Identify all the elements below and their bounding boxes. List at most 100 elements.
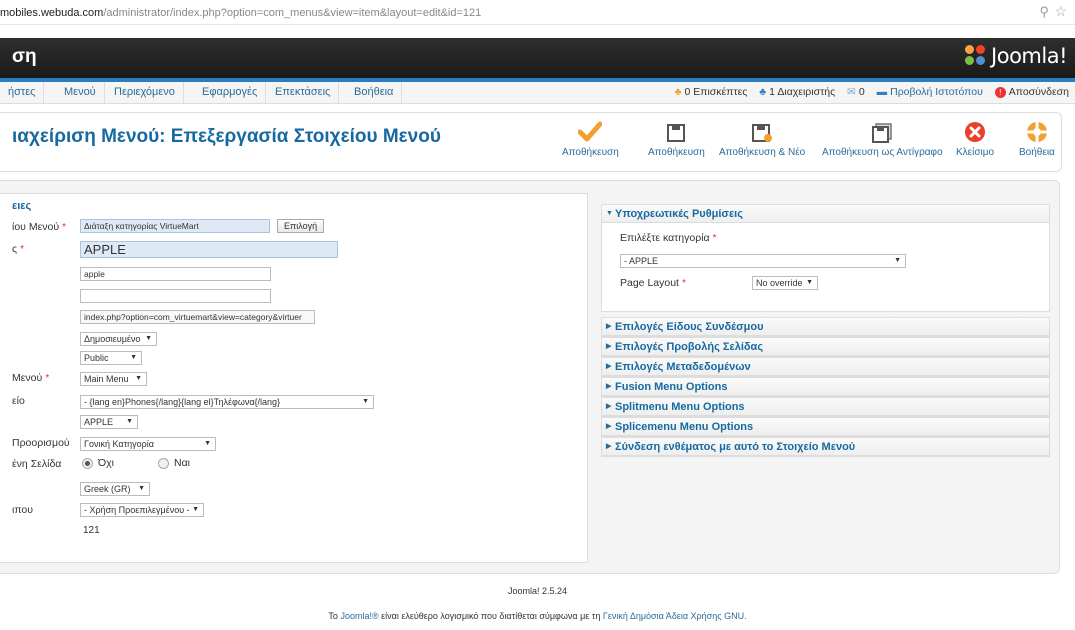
admins-status: ♣ 1 Διαχειριστής xyxy=(759,82,835,103)
browser-url-bar[interactable]: mobiles.webuda.com/administrator/index.p… xyxy=(0,0,1075,25)
menu-select[interactable]: Main Menu ▼ xyxy=(80,372,147,386)
panel-module-assignment[interactable]: ▶ Σύνδεση ενθέματος με αυτό το Στοιχείο Μ… xyxy=(601,437,1050,457)
url-text[interactable]: mobiles.webuda.com/administrator/index.p… xyxy=(0,7,481,19)
language-select[interactable]: Greek (GR) ▼ xyxy=(80,482,150,496)
joomla-logo-text: Joomla! xyxy=(991,44,1067,68)
menu-menus[interactable]: Μενού xyxy=(56,82,105,103)
edit-form-area: ειες ίου Μενού * Διάταξη κατηγορίας Virt… xyxy=(0,180,1060,574)
zoom-icon[interactable]: ⚲ xyxy=(1039,4,1049,20)
floppy-icon xyxy=(667,124,686,142)
admin-icon: ♣ xyxy=(759,86,767,98)
menu-label: Μενού * xyxy=(12,372,50,384)
save-new-button[interactable]: Αποθήκευση & Νέο xyxy=(719,119,805,158)
check-icon xyxy=(578,121,603,142)
home-label: ένη Σελίδα xyxy=(12,458,62,470)
home-yes-radio[interactable]: Ναι xyxy=(158,457,190,469)
help-button[interactable]: Βοήθεια xyxy=(1019,119,1055,158)
target-window-select[interactable]: Γονική Κατηγορία ▼ xyxy=(80,437,216,451)
category-select[interactable]: - APPLE ▼ xyxy=(620,254,906,268)
triangle-right-icon: ▶ xyxy=(606,443,612,450)
home-no-radio[interactable]: Όχι xyxy=(82,457,114,469)
footer-license: Το Joomla!® είναι ελεύθερο λογισμικό που… xyxy=(328,611,747,621)
chevron-down-icon: ▼ xyxy=(894,257,901,264)
triangle-right-icon: ▶ xyxy=(606,423,612,430)
site-title: ση xyxy=(12,46,37,67)
logout-icon: ! xyxy=(994,87,1006,98)
chevron-down-icon: ▼ xyxy=(130,354,137,361)
ordering-select[interactable]: APPLE ▼ xyxy=(80,415,138,429)
panel-link-type-options[interactable]: ▶ Επιλογές Είδους Συνδέσμου xyxy=(601,317,1050,337)
access-select[interactable]: Public ▼ xyxy=(80,351,142,365)
page-layout-select[interactable]: No override ▼ xyxy=(752,276,818,290)
close-icon xyxy=(965,122,986,142)
joomla-link[interactable]: Joomla!® xyxy=(340,611,378,621)
category-label: Επιλέξτε κατηγορία * xyxy=(620,232,717,244)
triangle-right-icon: ▶ xyxy=(606,363,612,370)
page-title: ιαχείριση Μενού: Επεξεργασία Στοιχείου Μ… xyxy=(12,126,441,147)
radio-selected-icon xyxy=(82,457,93,469)
target-label: Προορισμού xyxy=(12,437,70,449)
logout-link[interactable]: ! Αποσύνδεση xyxy=(994,82,1069,103)
menu-components[interactable]: Εφαρμογές xyxy=(194,82,267,103)
gpl-link[interactable]: Γενική Δημόσια Άδεια Χρήσης GNU. xyxy=(603,611,747,621)
type-label: ίου Μενού * xyxy=(12,221,67,233)
template-style-select[interactable]: - Χρήση Προεπιλεγμένου - ▼ xyxy=(80,503,204,517)
note-field[interactable] xyxy=(80,289,271,303)
chevron-down-icon: ▼ xyxy=(204,440,211,447)
select-type-button[interactable]: Επιλογή xyxy=(277,219,325,233)
chevron-down-icon: ▼ xyxy=(126,418,133,425)
users-icon: ♣ xyxy=(674,86,682,98)
item-id-value: 121 xyxy=(83,525,100,536)
admin-header: ση Joomla! xyxy=(0,38,1075,78)
alias-field[interactable]: apple xyxy=(80,267,271,281)
required-settings-header[interactable]: ▼ Υποχρεωτικές Ρυθμίσεις xyxy=(602,205,1049,223)
radio-icon xyxy=(158,457,169,469)
floppy-plus-icon xyxy=(752,124,773,142)
close-button[interactable]: Κλείσιμο xyxy=(956,119,994,158)
chevron-down-icon: ▼ xyxy=(806,279,813,286)
save-copy-button[interactable]: Αποθήκευση ως Αντίγραφο xyxy=(822,119,943,158)
status-select[interactable]: Δημοσιευμένο ▼ xyxy=(80,332,157,346)
status-bar: ♣ 0 Επισκέπτες ♣ 1 Διαχειριστής ✉ 0 ▬ Προβολ… xyxy=(666,82,1069,103)
required-settings-panel: ▼ Υποχρεωτικές Ρυθμίσεις Επιλέξτε κατηγορ… xyxy=(601,204,1050,312)
parent-label: είο xyxy=(12,395,25,407)
fieldset-legend: ειες xyxy=(12,200,32,212)
floppy-copy-icon xyxy=(872,123,893,143)
visitors-status: ♣ 0 Επισκέπτες xyxy=(675,82,748,103)
menu-extensions[interactable]: Επεκτάσεις xyxy=(267,82,340,103)
triangle-right-icon: ▶ xyxy=(606,343,612,350)
page-layout-label: Page Layout * xyxy=(620,277,686,289)
chevron-down-icon: ▼ xyxy=(145,335,152,342)
save-button[interactable]: Αποθήκευση xyxy=(562,119,619,158)
chevron-down-icon: ▼ xyxy=(192,506,199,513)
title-field[interactable]: APPLE xyxy=(80,241,338,258)
panel-fusion-menu-options[interactable]: ▶ Fusion Menu Options xyxy=(601,377,1050,397)
save-button-2[interactable]: Αποθήκευση xyxy=(648,119,705,158)
menu-users[interactable]: ήστες xyxy=(0,82,45,103)
chevron-down-icon: ▼ xyxy=(135,375,142,382)
bookmark-star-icon[interactable]: ☆ xyxy=(1054,3,1067,20)
link-field[interactable]: index.php?option=com_virtuemart&view=cat… xyxy=(80,310,315,324)
panel-splicemenu-options[interactable]: ▶ Splicemenu Menu Options xyxy=(601,417,1050,437)
monitor-icon: ▬ xyxy=(876,86,888,98)
view-site-link[interactable]: ▬ Προβολή Ιστοτόπου xyxy=(877,82,983,103)
panel-page-display-options[interactable]: ▶ Επιλογές Προβολής Σελίδας xyxy=(601,337,1050,357)
parent-item-select[interactable]: - {lang en}Phones{/lang}{lang el}Τηλέφων… xyxy=(80,395,374,409)
chevron-down-icon: ▼ xyxy=(138,485,145,492)
joomla-logo-icon xyxy=(965,45,987,67)
panel-metadata-options[interactable]: ▶ Επιλογές Μεταδεδομένων xyxy=(601,357,1050,377)
triangle-down-icon: ▼ xyxy=(606,210,613,217)
title-label: ς * xyxy=(12,243,25,255)
template-label: ιπου xyxy=(12,504,34,516)
toolbar-box: ιαχείριση Μενού: Επεξεργασία Στοιχείου Μ… xyxy=(0,112,1062,172)
footer-version: Joomla! 2.5.24 xyxy=(507,586,568,596)
triangle-right-icon: ▶ xyxy=(606,403,612,410)
panel-splitmenu-options[interactable]: ▶ Splitmenu Menu Options xyxy=(601,397,1050,417)
menu-item-type-field[interactable]: Διάταξη κατηγορίας VirtueMart xyxy=(80,219,270,233)
menu-content[interactable]: Περιεχόμενο xyxy=(106,82,184,103)
messages-status[interactable]: ✉ 0 xyxy=(847,82,865,103)
menu-help[interactable]: Βοήθεια xyxy=(346,82,403,103)
chevron-down-icon: ▼ xyxy=(362,398,369,405)
details-fieldset: ειες ίου Μενού * Διάταξη κατηγορίας Virt… xyxy=(0,193,588,563)
triangle-right-icon: ▶ xyxy=(606,383,612,390)
